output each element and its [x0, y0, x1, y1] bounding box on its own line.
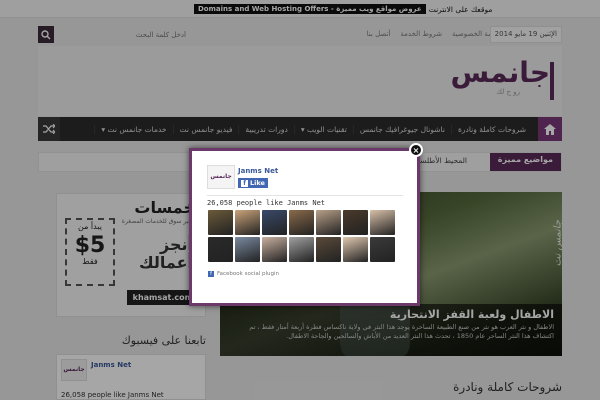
- close-button[interactable]: ×: [409, 143, 423, 157]
- fan-avatar[interactable]: [208, 210, 233, 235]
- divider: [207, 195, 403, 196]
- facebook-page-logo[interactable]: جانمس: [207, 165, 235, 189]
- fan-avatar[interactable]: [370, 237, 395, 262]
- fan-avatar[interactable]: [289, 210, 314, 235]
- facebook-like-button[interactable]: f Like: [238, 178, 268, 188]
- plugin-text[interactable]: Facebook social plugin: [217, 271, 279, 277]
- fan-avatar[interactable]: [289, 237, 314, 262]
- facebook-small-icon: f: [208, 271, 214, 277]
- facebook-page-name[interactable]: Janms Net: [238, 167, 278, 175]
- fan-avatar[interactable]: [343, 237, 368, 262]
- like-label: Like: [250, 179, 265, 187]
- facebook-plugin-footer: f Facebook social plugin: [208, 271, 279, 277]
- facebook-icon: f: [241, 179, 248, 187]
- fan-avatar[interactable]: [235, 210, 260, 235]
- facebook-popup: × جانمس Janms Net f Like 26,058 people l…: [189, 143, 423, 306]
- fan-avatar[interactable]: [262, 210, 287, 235]
- fan-avatar[interactable]: [208, 237, 233, 262]
- fan-avatar[interactable]: [235, 237, 260, 262]
- facebook-like-count: 26,058 people like Janms Net: [207, 199, 326, 207]
- facebook-fan-faces: [208, 210, 408, 262]
- fan-avatar[interactable]: [262, 237, 287, 262]
- close-icon: ×: [412, 145, 420, 155]
- fan-avatar[interactable]: [370, 210, 395, 235]
- fan-avatar[interactable]: [316, 237, 341, 262]
- fan-avatar[interactable]: [343, 210, 368, 235]
- fan-avatar[interactable]: [316, 210, 341, 235]
